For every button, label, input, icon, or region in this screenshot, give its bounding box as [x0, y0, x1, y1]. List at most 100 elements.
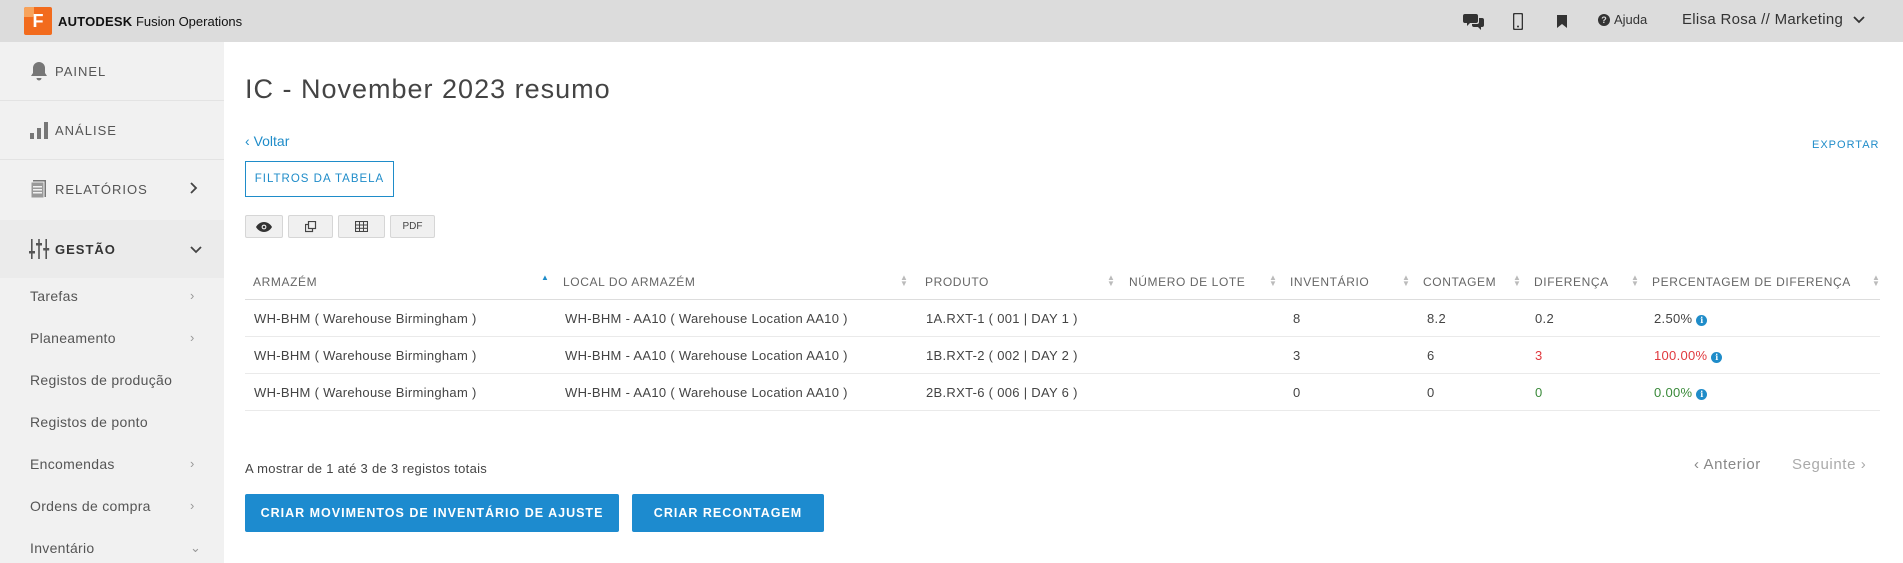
chevron-right-icon: › — [190, 456, 195, 471]
percentagem-value: 100.00% — [1654, 348, 1708, 363]
cell-contagem: 0 — [1427, 385, 1435, 400]
mobile-icon[interactable] — [1511, 11, 1525, 31]
next-label: Seguinte — [1792, 456, 1857, 473]
sort-icon[interactable]: ▲ ▼ — [1402, 274, 1410, 288]
eye-icon — [256, 221, 272, 232]
sort-icon[interactable]: ▲ ▼ — [1269, 274, 1277, 288]
export-link[interactable]: EXPORTAR — [1812, 139, 1880, 151]
table-row: WH-BHM ( Warehouse Birmingham ) WH-BHM -… — [245, 300, 1880, 337]
cell-diferenca: 3 — [1535, 348, 1543, 363]
cell-local: WH-BHM - AA10 ( Warehouse Location AA10 … — [565, 348, 848, 363]
chevron-right-icon: › — [190, 498, 195, 513]
copy-button[interactable] — [288, 215, 333, 238]
bookmark-icon[interactable] — [1556, 11, 1568, 31]
column-header-local[interactable]: LOCAL DO ARMAZÉM — [563, 275, 696, 289]
info-icon[interactable]: i — [1711, 351, 1723, 363]
column-header-produto[interactable]: PRODUTO — [925, 275, 989, 289]
sidebar-item-label: PAINEL — [55, 63, 107, 79]
table-filters-button[interactable]: FILTROS DA TABELA — [245, 161, 394, 197]
sidebar-subitem-registos-ponto[interactable]: Registos de ponto — [30, 414, 210, 430]
chevron-right-icon: › — [190, 288, 195, 303]
cell-armazem: WH-BHM ( Warehouse Birmingham ) — [254, 385, 477, 400]
sidebar-subitem-registos-producao[interactable]: Registos de produção — [30, 372, 210, 388]
sidebar: PAINEL ANÁLISE RELATÓRIOS GESTÃO Tarefas… — [0, 42, 224, 563]
back-link[interactable]: ‹ Voltar — [245, 133, 289, 149]
cell-contagem: 8.2 — [1427, 311, 1446, 326]
csv-button[interactable] — [338, 215, 385, 238]
sidebar-subitem-label: Registos de produção — [30, 372, 173, 388]
sort-icon[interactable]: ▲ ▼ — [1513, 274, 1521, 288]
sidebar-subitem-label: Tarefas — [30, 288, 79, 304]
brand-product: Fusion Operations — [135, 13, 243, 29]
column-header-percentagem[interactable]: PERCENTAGEM DE DIFERENÇA — [1652, 275, 1851, 289]
user-label: Elisa Rosa // Marketing — [1682, 11, 1844, 28]
previous-page-button[interactable]: ‹ Anterior — [1694, 456, 1761, 473]
chevron-right-icon — [190, 181, 198, 197]
top-bar: F AUTODESK Fusion Operations ? Ajuda Eli… — [0, 0, 1903, 42]
column-header-armazem[interactable]: ARMAZÉM — [253, 275, 317, 289]
sidebar-subitem-encomendas[interactable]: Encomendas › — [30, 456, 210, 472]
user-menu[interactable]: Elisa Rosa // Marketing — [1682, 11, 1865, 28]
app-logo[interactable]: F AUTODESK Fusion Operations — [24, 7, 242, 35]
records-summary: A mostrar de 1 até 3 de 3 registos totai… — [245, 461, 488, 476]
percentagem-value: 0.00% — [1654, 385, 1693, 400]
table-row: WH-BHM ( Warehouse Birmingham ) WH-BHM -… — [245, 374, 1880, 411]
sidebar-subitem-label: Encomendas — [30, 456, 115, 472]
sidebar-subitem-ordens-compra[interactable]: Ordens de compra › — [30, 498, 210, 514]
sidebar-item-gestao[interactable]: GESTÃO — [0, 220, 224, 278]
sidebar-item-label: ANÁLISE — [55, 122, 117, 138]
cell-produto: 1A.RXT-1 ( 001 | DAY 1 ) — [926, 311, 1078, 326]
column-header-inventario[interactable]: INVENTÁRIO — [1290, 275, 1369, 289]
sort-icon[interactable]: ▲ ▼ — [1872, 274, 1880, 288]
column-header-contagem[interactable]: CONTAGEM — [1423, 275, 1496, 289]
report-icon — [28, 178, 50, 200]
cell-percentagem: 100.00% i — [1654, 348, 1723, 363]
cell-armazem: WH-BHM ( Warehouse Birmingham ) — [254, 311, 477, 326]
sort-asc-icon[interactable]: ▲▼ — [541, 274, 549, 287]
page-title: IC - November 2023 resumo — [245, 74, 611, 104]
logo-letter: F — [32, 10, 44, 31]
sidebar-item-label: RELATÓRIOS — [55, 181, 148, 197]
info-icon[interactable]: i — [1696, 388, 1708, 400]
cell-contagem: 6 — [1427, 348, 1435, 363]
sidebar-subitem-tarefas[interactable]: Tarefas › — [30, 288, 210, 304]
cell-armazem: WH-BHM ( Warehouse Birmingham ) — [254, 348, 477, 363]
cell-produto: 2B.RXT-6 ( 006 | DAY 6 ) — [926, 385, 1078, 400]
sidebar-item-analise[interactable]: ANÁLISE — [0, 101, 224, 159]
pdf-button[interactable]: PDF — [390, 215, 435, 238]
sidebar-subitem-planeamento[interactable]: Planeamento › — [30, 330, 210, 346]
column-header-lote[interactable]: NÚMERO DE LOTE — [1129, 275, 1245, 289]
next-page-button[interactable]: Seguinte › — [1792, 456, 1866, 473]
table-header: ARMAZÉM ▲▼ LOCAL DO ARMAZÉM ▲▼ PRODUTO ▲… — [245, 263, 1880, 300]
cell-local: WH-BHM - AA10 ( Warehouse Location AA10 … — [565, 385, 848, 400]
sidebar-item-relatorios[interactable]: RELATÓRIOS — [0, 160, 224, 218]
chevron-right-icon: › — [190, 330, 195, 345]
cell-inventario: 3 — [1293, 348, 1301, 363]
sidebar-subitem-inventario[interactable]: Inventário ⌄ — [30, 540, 210, 556]
sidebar-subitem-label: Registos de ponto — [30, 414, 148, 430]
bell-icon — [28, 60, 50, 82]
cell-inventario: 0 — [1293, 385, 1301, 400]
table-row: WH-BHM ( Warehouse Birmingham ) WH-BHM -… — [245, 337, 1880, 374]
help-icon: ? — [1598, 13, 1610, 26]
info-icon[interactable]: i — [1696, 314, 1708, 326]
chat-icon[interactable] — [1462, 11, 1486, 31]
bar-chart-icon — [28, 119, 50, 141]
sort-icon[interactable]: ▲ ▼ — [900, 274, 908, 288]
sort-icon[interactable]: ▲ ▼ — [1107, 274, 1115, 288]
cell-produto: 1B.RXT-2 ( 002 | DAY 2 ) — [926, 348, 1078, 363]
sidebar-item-painel[interactable]: PAINEL — [0, 42, 224, 100]
percentagem-value: 2.50% — [1654, 311, 1693, 326]
sort-icon[interactable]: ▲ ▼ — [1631, 274, 1639, 288]
back-label: Voltar — [253, 133, 290, 149]
toggle-columns-button[interactable] — [245, 215, 283, 238]
copy-icon — [304, 220, 316, 232]
help-link[interactable]: ? Ajuda — [1598, 12, 1647, 27]
brand-name: AUTODESK Fusion Operations — [58, 14, 242, 29]
fusion-logo-icon: F — [24, 7, 52, 35]
column-header-diferenca[interactable]: DIFERENÇA — [1534, 275, 1609, 289]
cell-diferenca: 0.2 — [1535, 311, 1554, 326]
create-recount-button[interactable]: CRIAR RECONTAGEM — [632, 494, 824, 532]
create-adjustment-movements-button[interactable]: CRIAR MOVIMENTOS DE INVENTÁRIO DE AJUSTE — [245, 494, 619, 532]
sidebar-item-label: GESTÃO — [55, 241, 116, 257]
